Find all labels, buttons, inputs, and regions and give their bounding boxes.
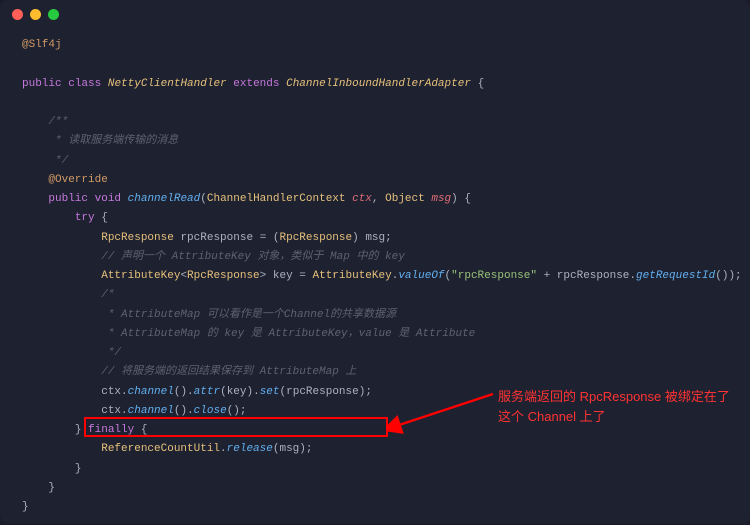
close-button[interactable]	[12, 9, 23, 20]
code-window: @Slf4j public class NettyClientHandler e…	[0, 0, 750, 523]
window-titlebar	[0, 0, 750, 28]
maximize-button[interactable]	[48, 9, 59, 20]
code-content: @Slf4j public class NettyClientHandler e…	[0, 28, 750, 525]
slf4j-annotation: @Slf4j	[22, 39, 62, 51]
annotation-callout: 服务端返回的 RpcResponse 被绑定在了 这个 Channel 上了	[498, 387, 730, 426]
minimize-button[interactable]	[30, 9, 41, 20]
